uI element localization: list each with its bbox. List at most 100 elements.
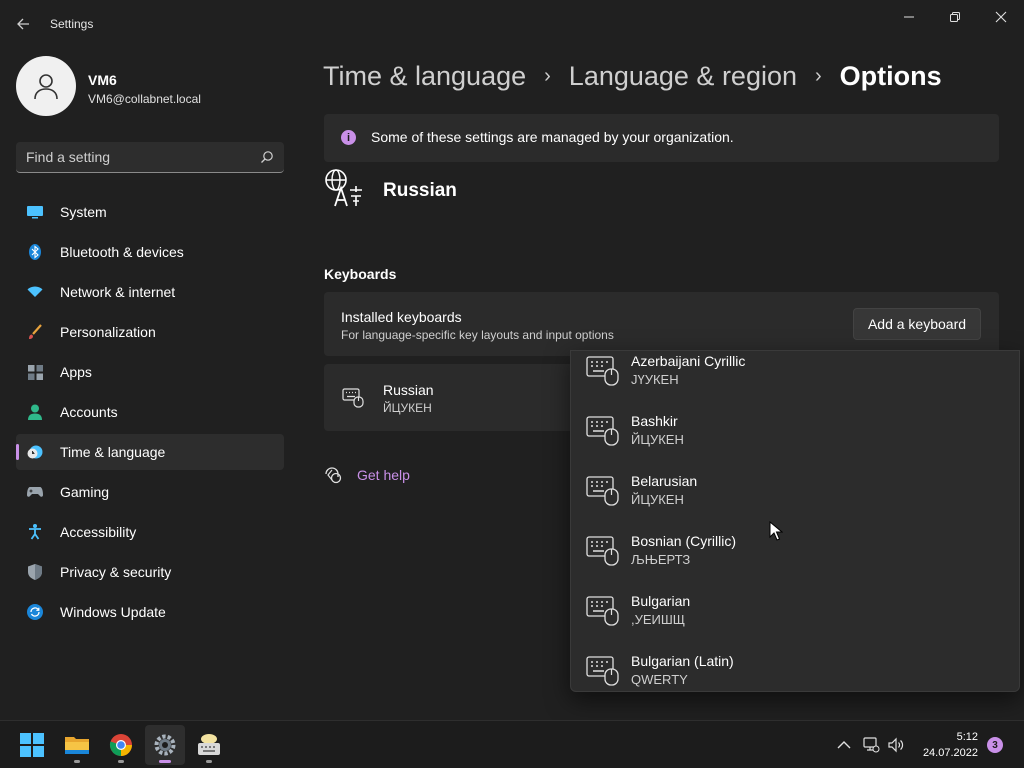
bluetooth-icon (27, 244, 43, 260)
sidebar-item-label: Windows Update (60, 604, 166, 620)
notification-badge[interactable]: 3 (987, 737, 1003, 753)
running-indicator (118, 760, 124, 763)
sidebar-item-personalization[interactable]: Personalization (16, 314, 284, 350)
window-title: Settings (50, 17, 94, 31)
chevron-up-icon[interactable] (835, 736, 853, 754)
taskbar-file-explorer[interactable] (57, 725, 97, 765)
shield-icon (27, 564, 43, 580)
keyboard-icon (586, 476, 619, 506)
title-bar: Settings (0, 0, 1024, 48)
keyboard-option-layout: ,УЕИШЩ (631, 612, 685, 627)
keyboard-option-layout: ЉЊЕРТЗ (631, 552, 691, 567)
keyboard-option-layout: ЙЦУКЕН (631, 432, 684, 447)
info-icon: i (341, 130, 356, 145)
sidebar-item-system[interactable]: System (16, 194, 284, 230)
keyboard-option[interactable]: Bosnian (Cyrillic) ЉЊЕРТЗ (571, 532, 1019, 588)
taskbar-keyboard-app[interactable] (189, 725, 229, 765)
add-keyboard-button[interactable]: Add a keyboard (853, 308, 981, 340)
sidebar-item-label: Accessibility (60, 524, 137, 540)
brush-icon (27, 324, 43, 340)
wifi-icon (27, 284, 43, 300)
volume-icon[interactable] (887, 736, 905, 754)
installed-keyboards-subtitle: For language-specific key layouts and in… (341, 328, 614, 342)
sidebar-item-label: Bluetooth & devices (60, 244, 184, 260)
chrome-icon (109, 734, 132, 756)
taskbar-settings[interactable] (145, 725, 185, 765)
keyboard-icon (586, 356, 619, 386)
gamepad-icon (27, 484, 43, 500)
language-name: Russian (383, 180, 457, 201)
search-icon[interactable] (260, 150, 274, 164)
breadcrumb: Time & language › Language & region › Op… (323, 58, 942, 94)
minimize-button[interactable] (886, 6, 932, 28)
sidebar-item-label: Privacy & security (60, 564, 172, 580)
keyboard-option[interactable]: Bashkir ЙЦУКЕН (571, 412, 1019, 468)
monitor-icon (27, 204, 43, 220)
clock-date[interactable]: 24.07.2022 (910, 747, 978, 759)
clock-time[interactable]: 5:12 (930, 731, 978, 743)
keyboard-icon (586, 416, 619, 446)
search-input[interactable] (26, 148, 246, 166)
keyboard-icon (586, 596, 619, 626)
apps-icon (27, 364, 43, 380)
sidebar-item-windows-update[interactable]: Windows Update (16, 594, 284, 630)
sidebar-item-accessibility[interactable]: Accessibility (16, 514, 284, 550)
accessibility-icon (27, 524, 43, 540)
sidebar-item-label: Personalization (60, 324, 156, 340)
keyboard-icon (586, 656, 619, 686)
taskbar-chrome[interactable] (101, 725, 141, 765)
sidebar-item-gaming[interactable]: Gaming (16, 474, 284, 510)
installed-keyboards-title: Installed keyboards (341, 309, 462, 325)
settings-icon (154, 734, 176, 756)
keyboard-app-icon (198, 734, 220, 755)
help-icon (325, 467, 342, 484)
managed-info-bar: i Some of these settings are managed by … (324, 114, 999, 162)
sidebar-item-label: Time & language (60, 444, 166, 460)
sidebar-item-bluetooth[interactable]: Bluetooth & devices (16, 234, 284, 270)
breadcrumb-time-language[interactable]: Time & language (323, 61, 526, 92)
close-button[interactable] (978, 6, 1024, 28)
page-title: Options (839, 60, 942, 91)
clock-globe-icon (27, 444, 43, 460)
keyboard-option-name: Bulgarian (Latin) (631, 653, 734, 669)
file-explorer-icon (65, 737, 89, 754)
arrow-left-icon (17, 18, 29, 30)
keyboard-option[interactable]: Belarusian ЙЦУКЕН (571, 472, 1019, 528)
keyboard-option[interactable]: Bulgarian (Latin) QWERTY (571, 652, 1019, 691)
sidebar-item-accounts[interactable]: Accounts (16, 394, 284, 430)
user-name: VM6 (88, 72, 117, 88)
start-button[interactable] (12, 725, 52, 765)
keyboard-option-layout: QWERTY (631, 672, 688, 687)
get-help-label: Get help (357, 467, 410, 483)
restore-button[interactable] (932, 6, 978, 28)
update-icon (27, 604, 43, 620)
sidebar-item-label: Accounts (60, 404, 118, 420)
keyboard-option[interactable]: Azerbaijani Cyrillic ЈҮУКЕН (571, 352, 1019, 408)
keyboard-option-name: Bosnian (Cyrillic) (631, 533, 737, 549)
installed-keyboards-card: Installed keyboards For language-specifi… (324, 292, 999, 356)
keyboard-option[interactable]: Bulgarian ,УЕИШЩ (571, 592, 1019, 648)
info-text: Some of these settings are managed by yo… (371, 129, 734, 145)
start-icon (20, 733, 44, 757)
network-icon[interactable] (862, 736, 880, 754)
keyboard-option-name: Azerbaijani Cyrillic (631, 353, 746, 369)
restore-icon (950, 12, 960, 22)
running-indicator (159, 760, 171, 763)
keyboard-option-layout: ЙЦУКЕН (631, 492, 684, 507)
sidebar-item-time-language[interactable]: Time & language (16, 434, 284, 470)
back-button[interactable] (14, 14, 34, 34)
close-icon (995, 11, 1007, 23)
search-box[interactable] (16, 142, 284, 173)
installed-keyboard-layout: ЙЦУКЕН (383, 401, 432, 415)
running-indicator (206, 760, 212, 763)
breadcrumb-separator: › (815, 64, 822, 87)
running-indicator (74, 760, 80, 763)
sidebar-item-label: System (60, 204, 107, 220)
person-icon (27, 404, 43, 420)
sidebar-item-network[interactable]: Network & internet (16, 274, 284, 310)
sidebar-item-apps[interactable]: Apps (16, 354, 284, 390)
keyboard-icon (342, 388, 364, 408)
person-icon (34, 74, 58, 100)
sidebar-item-privacy[interactable]: Privacy & security (16, 554, 284, 590)
breadcrumb-language-region[interactable]: Language & region (569, 61, 797, 92)
